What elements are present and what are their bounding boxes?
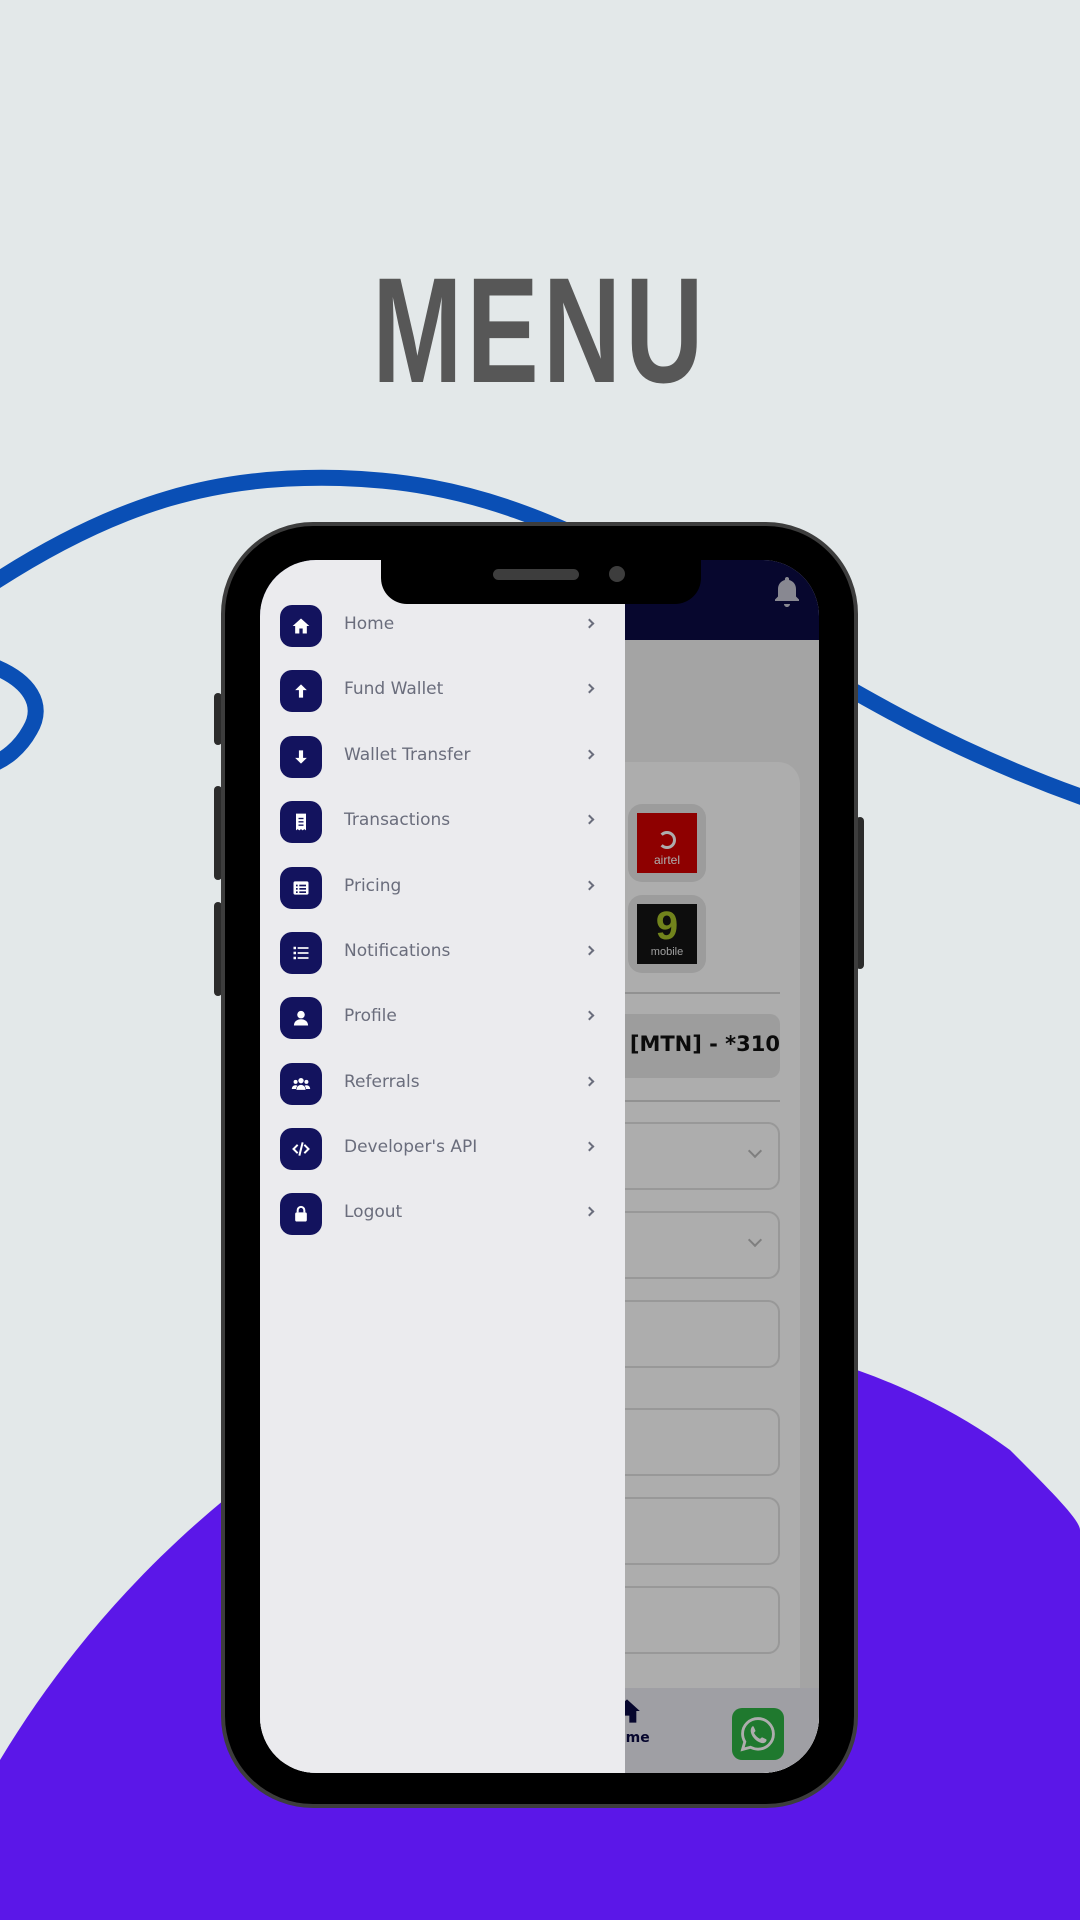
- menu-item-label: Profile: [344, 1006, 397, 1026]
- side-drawer: Home Fund Wallet Wallet Transfer Transac…: [260, 560, 625, 1773]
- chevron-right-icon: [584, 749, 595, 760]
- menu-item-wallet-transfer[interactable]: Wallet Transfer: [280, 733, 600, 783]
- chevron-right-icon: [584, 618, 595, 629]
- menu-item-label: Wallet Transfer: [344, 745, 471, 765]
- menu-item-label: Notifications: [344, 941, 451, 961]
- menu-item-transactions[interactable]: Transactions: [280, 798, 600, 848]
- menu-item-label: Referrals: [344, 1072, 420, 1092]
- chevron-right-icon: [584, 1076, 595, 1087]
- menu-item-logout[interactable]: Logout: [280, 1190, 600, 1240]
- list-icon: [280, 932, 322, 974]
- chevron-right-icon: [584, 1010, 595, 1021]
- menu-item-referrals[interactable]: Referrals: [280, 1060, 600, 1110]
- menu-item-label: Pricing: [344, 876, 402, 896]
- menu-item-profile[interactable]: Profile: [280, 994, 600, 1044]
- menu-item-pricing[interactable]: Pricing: [280, 864, 600, 914]
- price-list-icon: [280, 867, 322, 909]
- menu-item-label: Developer's API: [344, 1137, 478, 1157]
- menu-item-home[interactable]: Home: [280, 602, 600, 652]
- menu-item-developers-api[interactable]: Developer's API: [280, 1125, 600, 1175]
- menu-item-label: Home: [344, 614, 395, 634]
- menu-item-notifications[interactable]: Notifications: [280, 929, 600, 979]
- speaker-grille: [493, 569, 579, 580]
- home-icon: [280, 605, 322, 647]
- chevron-right-icon: [584, 880, 595, 891]
- code-icon: [280, 1128, 322, 1170]
- chevron-right-icon: [584, 945, 595, 956]
- phone-screen: ook airtel 9 mobile [MTN] - *310 Home: [260, 560, 819, 1773]
- arrow-down-icon: [280, 736, 322, 778]
- phone-notch: [381, 560, 701, 604]
- users-icon: [280, 1063, 322, 1105]
- chevron-right-icon: [584, 814, 595, 825]
- page-title: MENU: [372, 246, 708, 414]
- blue-loop-stroke: [0, 660, 44, 770]
- menu-item-label: Fund Wallet: [344, 679, 444, 699]
- menu-item-label: Transactions: [344, 810, 451, 830]
- front-camera: [609, 566, 625, 582]
- menu-item-label: Logout: [344, 1202, 403, 1222]
- menu-item-fund-wallet[interactable]: Fund Wallet: [280, 667, 600, 717]
- chevron-right-icon: [584, 683, 595, 694]
- lock-icon: [280, 1193, 322, 1235]
- chevron-right-icon: [584, 1206, 595, 1217]
- chevron-right-icon: [584, 1141, 595, 1152]
- user-icon: [280, 997, 322, 1039]
- arrow-up-icon: [280, 670, 322, 712]
- receipt-icon: [280, 801, 322, 843]
